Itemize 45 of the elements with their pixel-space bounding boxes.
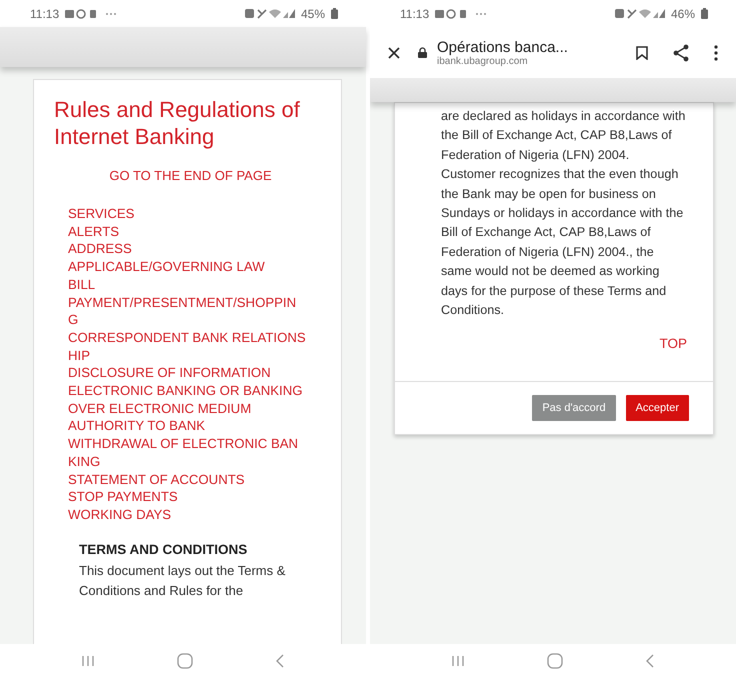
section-link[interactable]: STOP PAYMENTS xyxy=(68,488,306,506)
close-icon[interactable] xyxy=(388,46,400,58)
home-icon[interactable] xyxy=(547,652,563,668)
section-link[interactable]: APPLICABLE/GOVERNING LAW xyxy=(68,258,306,276)
lock-icon xyxy=(418,47,427,58)
section-link[interactable]: CORRESPONDENT BANK RELATIONSHIP xyxy=(68,328,306,364)
home-icon[interactable] xyxy=(177,652,193,668)
menu-icon[interactable] xyxy=(714,44,718,60)
back-icon[interactable] xyxy=(275,654,285,668)
decline-button[interactable]: Pas d'accord xyxy=(532,395,616,422)
page-url: ibank.ubagroup.com xyxy=(437,56,529,66)
end-of-page-link[interactable]: GO TO THE END OF PAGE xyxy=(54,168,327,183)
section-link[interactable]: ADDRESS xyxy=(68,240,306,258)
signal-icons xyxy=(244,8,295,19)
status-time: 11:13 xyxy=(30,6,60,20)
bookmark-icon[interactable] xyxy=(636,46,648,60)
section-link[interactable]: ALERTS xyxy=(68,222,306,240)
recent-apps-icon[interactable] xyxy=(81,654,95,668)
section-heading: TERMS AND CONDITIONS xyxy=(79,542,248,557)
status-time: 11:13 xyxy=(400,6,430,20)
back-icon[interactable] xyxy=(645,654,655,668)
terms-paragraph: This document lays out the Terms & Conditions and Rules for the xyxy=(79,562,286,600)
section-link[interactable]: WORKING DAYS xyxy=(68,506,306,524)
recent-apps-icon[interactable] xyxy=(451,654,465,668)
battery-icon xyxy=(331,8,338,19)
top-link[interactable]: TOP xyxy=(659,336,687,352)
page-title: Rules and Regulations of Internet Banking xyxy=(54,96,301,150)
battery-icon xyxy=(701,8,708,19)
accept-button[interactable]: Accepter xyxy=(626,395,689,422)
signal-icons xyxy=(614,8,665,19)
section-link[interactable]: WITHDRAWAL OF ELECTRONIC BANKING xyxy=(68,435,306,471)
more-icon xyxy=(105,12,118,16)
more-icon xyxy=(475,12,488,16)
battery-level: 46% xyxy=(670,6,695,20)
section-link[interactable]: STATEMENT OF ACCOUNTS xyxy=(68,470,306,488)
page-title: Opérations banca... xyxy=(437,38,569,56)
section-link[interactable]: PAYMENT/PRESENTMENT/SHOPPING xyxy=(68,294,306,329)
section-link[interactable]: SERVICES xyxy=(68,205,306,223)
battery-level: 45% xyxy=(300,6,325,20)
terms-paragraph: are declared as holidays in accordance with the Bill of Exchange Act, CAP B8,Laws of Federation of Nigeria (LFN) 2004. Customer recognizes that the even though the Bank may be open for business on Sundays or holidays in accordance with the Bill of Exchange Act, CAP B8,Laws of Federation of Nigeria (LFN) 2004., the same would not be deemed as working days for the purpose of these Terms and Conditions. xyxy=(441,108,686,320)
section-link[interactable]: AUTHORITY TO BANK xyxy=(68,417,306,436)
share-icon[interactable] xyxy=(672,44,690,62)
section-link[interactable]: ELECTRONIC BANKING OR BANKING OVER ELECTRONIC MEDIUM xyxy=(68,382,306,418)
section-link[interactable]: BILL xyxy=(68,276,306,294)
section-link[interactable]: DISCLOSURE OF INFORMATION xyxy=(68,364,306,382)
